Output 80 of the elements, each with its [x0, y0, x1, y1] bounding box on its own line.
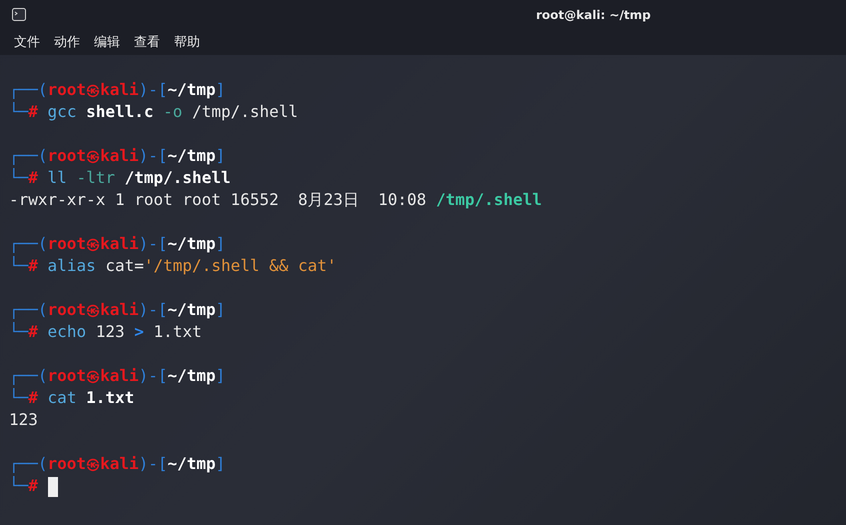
prompt-path: ~/tmp: [168, 454, 216, 473]
prompt-sign: #: [28, 256, 38, 275]
prompt-bracket: ]: [216, 366, 226, 385]
prompt-host: kali: [100, 366, 139, 385]
prompt-sign: #: [28, 322, 38, 341]
terminal-icon: [12, 8, 26, 21]
prompt-path: ~/tmp: [168, 300, 216, 319]
prompt-separator: )-[: [138, 146, 168, 165]
command-name: cat: [48, 388, 76, 407]
command-name: gcc: [48, 102, 76, 121]
quoted-string: '/tmp/.shell && cat': [144, 256, 337, 275]
prompt-user: root: [48, 80, 86, 99]
prompt-host: kali: [100, 146, 139, 165]
executable-path: /tmp/.shell: [436, 190, 542, 209]
output-text: 123: [9, 410, 38, 429]
prompt-bracket: ]: [216, 454, 226, 473]
prompt-host: kali: [100, 454, 139, 473]
prompt-corner: ┌──(: [9, 366, 48, 385]
prompt-corner: └─: [9, 256, 28, 275]
prompt-user: root: [48, 234, 86, 253]
prompt-corner: └─: [9, 168, 28, 187]
prompt-path: ~/tmp: [168, 146, 216, 165]
prompt-separator: )-[: [138, 234, 168, 253]
prompt-corner: └─: [9, 476, 28, 495]
prompt-corner: └─: [9, 388, 28, 407]
prompt-symbol: ㉿: [86, 303, 100, 319]
file-argument: 1.txt: [86, 388, 134, 407]
command-text: 123: [96, 322, 125, 341]
prompt-symbol: ㉿: [86, 369, 100, 385]
prompt-corner: ┌──(: [9, 300, 48, 319]
prompt-separator: )-[: [138, 80, 168, 99]
prompt-bracket: ]: [216, 300, 226, 319]
prompt-corner: └─: [9, 102, 28, 121]
prompt-separator: )-[: [138, 300, 168, 319]
prompt-separator: )-[: [138, 366, 168, 385]
menu-item[interactable]: 帮助: [174, 33, 200, 51]
prompt-symbol: ㉿: [86, 237, 100, 253]
prompt-sign: #: [28, 102, 38, 121]
command-option: -ltr: [76, 168, 115, 187]
command-name: ll: [48, 168, 67, 187]
prompt-symbol: ㉿: [86, 83, 100, 99]
prompt-corner: ┌──(: [9, 146, 48, 165]
output-text: -rwxr-xr-x 1 root root 16552 8月23日 10:08: [9, 190, 426, 209]
prompt-bracket: ]: [216, 234, 226, 253]
prompt-user: root: [48, 146, 86, 165]
menu-item[interactable]: 动作: [54, 33, 80, 51]
prompt-sign: #: [28, 476, 38, 495]
prompt-path: ~/tmp: [168, 234, 216, 253]
prompt-bracket: ]: [216, 146, 226, 165]
file-argument: shell.c: [86, 102, 154, 121]
prompt-path: ~/tmp: [168, 80, 216, 99]
prompt-host: kali: [100, 300, 139, 319]
menu-item[interactable]: 编辑: [94, 33, 120, 51]
prompt-path: ~/tmp: [168, 366, 216, 385]
prompt-sign: #: [28, 168, 38, 187]
command-name: echo: [48, 322, 86, 341]
prompt-symbol: ㉿: [86, 457, 100, 473]
file-argument: /tmp/.shell: [124, 168, 231, 187]
command-option: -o: [163, 102, 182, 121]
prompt-user: root: [48, 300, 86, 319]
command-name: alias: [48, 256, 96, 275]
prompt-bracket: ]: [216, 80, 226, 99]
prompt-host: kali: [100, 80, 139, 99]
menu-item[interactable]: 查看: [134, 33, 160, 51]
command-text: cat=: [105, 256, 144, 275]
prompt-corner: ┌──(: [9, 80, 48, 99]
window-title: root@kali: ~/tmp: [536, 8, 651, 22]
prompt-symbol: ㉿: [86, 149, 100, 165]
prompt-user: root: [48, 454, 86, 473]
prompt-separator: )-[: [138, 454, 168, 473]
menu-item[interactable]: 文件: [14, 33, 40, 51]
prompt-sign: #: [28, 388, 38, 407]
redirect-operator: >: [134, 322, 144, 341]
command-text: 1.txt: [154, 322, 202, 341]
command-text: /tmp/.shell: [192, 102, 298, 121]
prompt-corner: ┌──(: [9, 234, 48, 253]
prompt-user: root: [48, 366, 86, 385]
prompt-corner: └─: [9, 322, 28, 341]
prompt-host: kali: [100, 234, 139, 253]
prompt-corner: ┌──(: [9, 454, 48, 473]
